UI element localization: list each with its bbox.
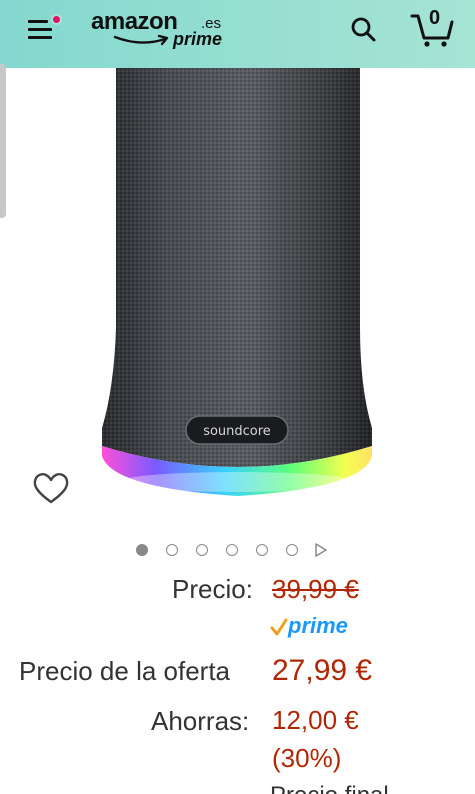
savings-percent: (30%) [272,743,342,773]
top-header: amazon .es prime 0 [0,0,475,68]
list-price-value-wrap: 39,99 € [272,574,359,605]
list-price-row: Precio: [172,574,253,605]
search-icon[interactable] [346,12,380,46]
heart-outline-icon[interactable] [31,470,71,506]
logo-amazon-text: amazon [91,8,178,35]
carousel-dot-4[interactable] [226,544,238,556]
prime-check-icon [270,618,288,636]
price-label: Precio: [172,574,253,604]
list-price-value: 39,99 € [272,574,359,604]
savings-percent-wrap: (30%) [272,743,341,774]
carousel-dot-5[interactable] [256,544,268,556]
side-drawer-handle[interactable] [0,64,6,218]
cart-count: 0 [429,7,441,29]
logo-smile-arrow-icon [113,34,169,46]
carousel-dot-6[interactable] [286,544,298,556]
logo-prime-text: prime [173,29,223,49]
menu-bar-3 [28,36,52,39]
carousel-dot-2[interactable] [166,544,178,556]
cart-icon[interactable]: 0 [408,6,456,50]
savings-label: Ahorras: [151,706,250,736]
speaker-image[interactable]: soundcore [92,68,384,514]
prime-label: prime [288,613,348,638]
savings-label-wrap: Ahorras: [151,706,249,737]
deal-price-wrap: 27,99 € [272,654,372,688]
hamburger-menu-icon[interactable] [24,14,62,44]
carousel-dot-1[interactable] [136,544,148,556]
deal-price-label: Precio de la oferta [19,656,231,686]
amazon-prime-logo[interactable]: amazon .es prime [91,8,231,52]
menu-bar-1 [28,20,48,23]
speaker-brand-label: soundcore [203,424,271,439]
menu-bar-2 [28,28,52,31]
notification-dot [51,14,62,25]
deal-label-wrap: Precio de la oferta [19,656,230,687]
video-play-icon[interactable] [314,543,328,557]
final-price-label-cutoff: Precio final [270,782,389,794]
carousel-dot-3[interactable] [196,544,208,556]
deal-price-value: 27,99 € [272,654,373,687]
savings-amount-wrap: 12,00 € [272,705,359,736]
savings-amount: 12,00 € [272,705,359,735]
